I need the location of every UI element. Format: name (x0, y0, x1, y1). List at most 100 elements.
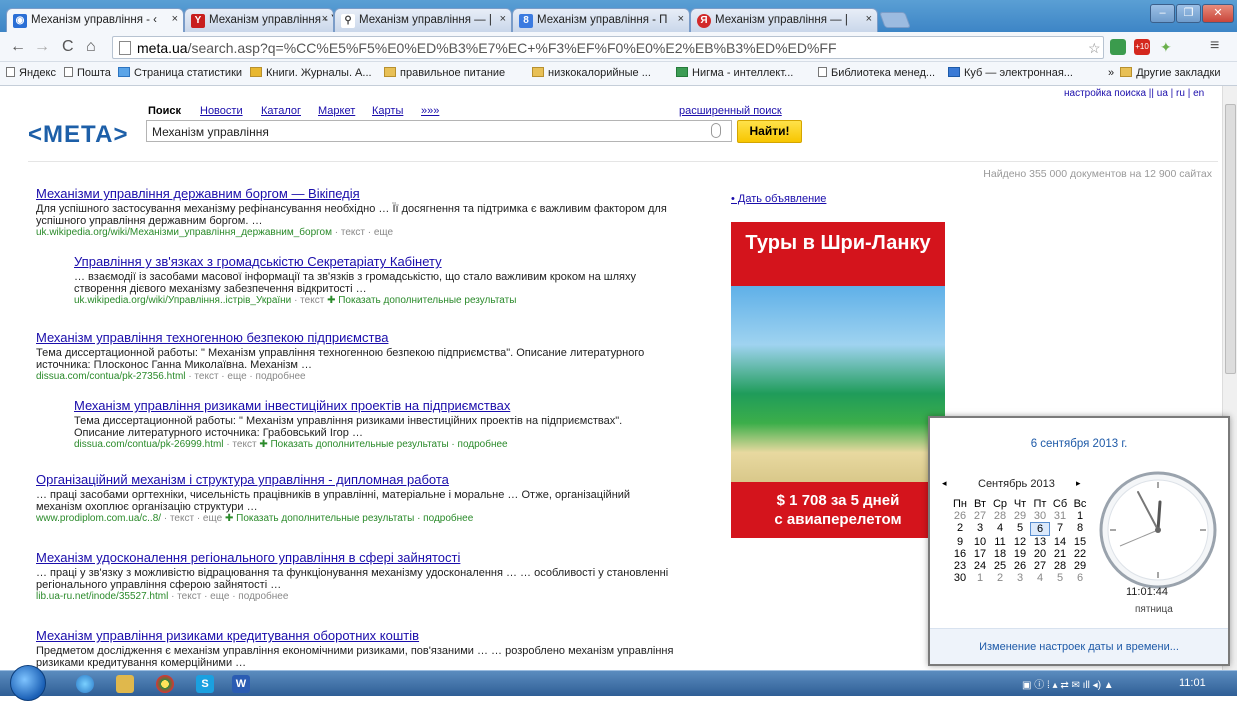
result-title[interactable]: Управління у зв'язках з громадськістю Се… (74, 254, 674, 269)
result-title[interactable]: Механізм управління ризиками кредитуванн… (36, 628, 676, 643)
menu-icon[interactable]: ≡ (1210, 37, 1219, 55)
next-month-icon[interactable]: ▸ (1076, 478, 1081, 489)
bookmark-item[interactable]: Книги. Журналы. А... (250, 67, 372, 79)
weekday-label: пятница (1135, 604, 1173, 615)
back-icon[interactable]: ← (10, 38, 26, 56)
bookmarks-bar: Яндекс Пошта Страница статистики Книги. … (0, 62, 1237, 86)
calendar-month[interactable]: Сентябрь 2013 (978, 478, 1055, 490)
close-window-button[interactable]: ✕ (1202, 4, 1234, 23)
result-url[interactable]: uk.wikipedia.org/wiki/Механізми_управлін… (36, 227, 676, 239)
microphone-icon[interactable] (711, 123, 721, 138)
analog-clock (1099, 471, 1217, 589)
bookmark-item[interactable]: Куб — электронная... (948, 67, 1073, 79)
result-snippet: Для успішного застосування механізму реф… (36, 203, 667, 227)
word-icon[interactable]: W (232, 675, 250, 693)
result-snippet: … праці у зв'язку з можливістю відрацюва… (36, 567, 669, 591)
result-title[interactable]: Механізм управління техногенною безпекою… (36, 330, 676, 345)
result-title[interactable]: Механізми управління державним боргом — … (36, 186, 676, 201)
forward-icon[interactable]: → (34, 38, 50, 56)
reload-icon[interactable]: C (62, 38, 74, 56)
bookmark-folder[interactable]: низкокалорийные ... (532, 67, 651, 79)
result-title[interactable]: Механізм удосконалення регіонального упр… (36, 550, 676, 565)
search-result: Механізм управління ризиками інвестиційн… (74, 398, 674, 451)
close-icon[interactable]: × (322, 13, 328, 25)
bookmark-folder[interactable]: правильное питание (384, 67, 505, 79)
today-cell: 6 (1030, 522, 1050, 536)
star-icon[interactable]: ☆ (1088, 40, 1101, 57)
result-snippet: Тема диссертационной работы: " Механізм … (36, 347, 645, 371)
ad-banner[interactable]: Туры в Шри-Ланку $ 1 708 за 5 дней с авиа… (731, 222, 945, 538)
search-result: Управління у зв'язках з громадськістю Се… (74, 254, 674, 307)
calendar-week[interactable]: 26 27 28 29 30 31 1 (950, 510, 1090, 522)
yandex-icon: Y (191, 14, 205, 28)
prev-month-icon[interactable]: ◂ (942, 478, 947, 489)
tab-yahoo[interactable]: Y Механізм управління - Y × (184, 8, 334, 32)
other-bookmarks[interactable]: » Другие закладки (1108, 67, 1221, 79)
scroll-thumb[interactable] (1225, 104, 1236, 374)
bookmark-item[interactable]: Пошта (64, 67, 111, 79)
browser-toolbar: ← → C ⌂ meta.ua/search.asp?q=%CC%E5%F5%E… (0, 32, 1237, 62)
ie-icon[interactable] (76, 675, 94, 693)
calendar-week[interactable]: 16 17 18 19 20 21 22 (950, 548, 1090, 560)
calendar-week[interactable]: 30 1 2 3 4 5 6 (950, 572, 1090, 584)
explorer-icon[interactable] (116, 675, 134, 693)
tab-meta[interactable]: ◉ Механізм управління - ‹ × (6, 8, 184, 32)
nav-maps[interactable]: Карты (372, 105, 403, 117)
bookmark-item[interactable]: Яндекс (6, 67, 56, 79)
close-icon[interactable]: × (500, 13, 506, 25)
calendar-week[interactable]: 2345678 (950, 522, 1090, 536)
nav-news[interactable]: Новости (200, 105, 243, 117)
post-ad-link[interactable]: • Дать объявление (731, 193, 826, 205)
result-url[interactable]: dissua.com/contua/pk-26999.html · текст … (74, 439, 674, 451)
nav-more[interactable]: »»» (421, 105, 439, 117)
result-url[interactable]: dissua.com/contua/pk-27356.html · текст … (36, 371, 676, 383)
chrome-icon[interactable] (156, 675, 174, 693)
close-icon[interactable]: × (678, 13, 684, 25)
leaf-icon[interactable]: ✦ (1160, 39, 1176, 55)
badge-icon[interactable]: +10 (1134, 39, 1150, 55)
nav-market[interactable]: Маркет (318, 105, 355, 117)
minimize-button[interactable]: ‒ (1150, 4, 1175, 23)
address-bar[interactable]: meta.ua/search.asp?q=%CC%E5%F5%E0%ED%B3%… (112, 36, 1104, 59)
skype-icon[interactable]: S (196, 675, 214, 693)
result-snippet: Предметом дослідження є механізм управлі… (36, 645, 674, 669)
current-date-link[interactable]: 6 сентября 2013 г. (930, 438, 1228, 450)
search-settings-link[interactable]: настройка поиска || ua | ru | en (1064, 88, 1204, 99)
bookmark-item[interactable]: Нигма - интеллект... (676, 67, 793, 79)
tab-search[interactable]: ⚲ Механізм управління — | × (334, 8, 512, 32)
result-url[interactable]: uk.wikipedia.org/wiki/Управління..істрів… (74, 295, 674, 307)
tab-yandex[interactable]: Я Механізм управління — | × (690, 8, 878, 32)
close-icon[interactable]: × (866, 13, 872, 25)
ad-title: Туры в Шри-Ланку (745, 232, 931, 254)
hour-hand (1156, 500, 1162, 532)
bookmark-item[interactable]: Библиотека менед... (818, 67, 935, 79)
meta-logo[interactable]: <МЕТА> (28, 121, 129, 149)
result-title[interactable]: Організаційний механізм і структура упра… (36, 472, 676, 487)
result-title[interactable]: Механізм управління ризиками інвестиційн… (74, 398, 674, 413)
calendar-week[interactable]: 23 24 25 26 27 28 29 (950, 560, 1090, 572)
nav-catalog[interactable]: Каталог (261, 105, 301, 117)
system-tray[interactable]: ▣ ⓘ ⁞ ▴ ⇄ ✉ ıll ◂) ▲ (1022, 676, 1114, 691)
digital-time: 11:01:44 (1126, 586, 1169, 598)
search-result: Механізм управління техногенною безпекою… (36, 330, 676, 383)
new-tab-button[interactable] (879, 12, 911, 28)
advanced-search-link[interactable]: расширенный поиск (679, 105, 782, 117)
maximize-button[interactable]: ❐ (1176, 4, 1201, 23)
home-icon[interactable]: ⌂ (86, 38, 96, 56)
close-icon[interactable]: × (172, 13, 178, 25)
result-url[interactable]: www.prodiplom.com.ua/c..8/ · текст · еще… (36, 513, 676, 525)
taskbar-clock[interactable]: 11:01 (1179, 677, 1206, 689)
search-input[interactable]: Механізм управління (146, 120, 732, 142)
calendar-week[interactable]: 9 10 11 12 13 14 15 (950, 536, 1090, 548)
tab-google[interactable]: 8 Механізм управління - П × (512, 8, 690, 32)
change-date-time-settings-link[interactable]: Изменение настроек даты и времени... (930, 628, 1228, 664)
divider (28, 161, 1218, 162)
google-icon: 8 (519, 14, 533, 28)
extension-icon[interactable] (1110, 39, 1126, 55)
find-button[interactable]: Найти! (737, 120, 802, 143)
bookmark-item[interactable]: Страница статистики (118, 67, 242, 79)
beach-image (731, 286, 945, 482)
result-url[interactable]: lib.ua-ru.net/inode/35527.html · текст ·… (36, 591, 676, 603)
results-count: Найдено 355 000 документов на 12 900 сай… (983, 168, 1212, 180)
search-result: Механізм удосконалення регіонального упр… (36, 550, 676, 603)
